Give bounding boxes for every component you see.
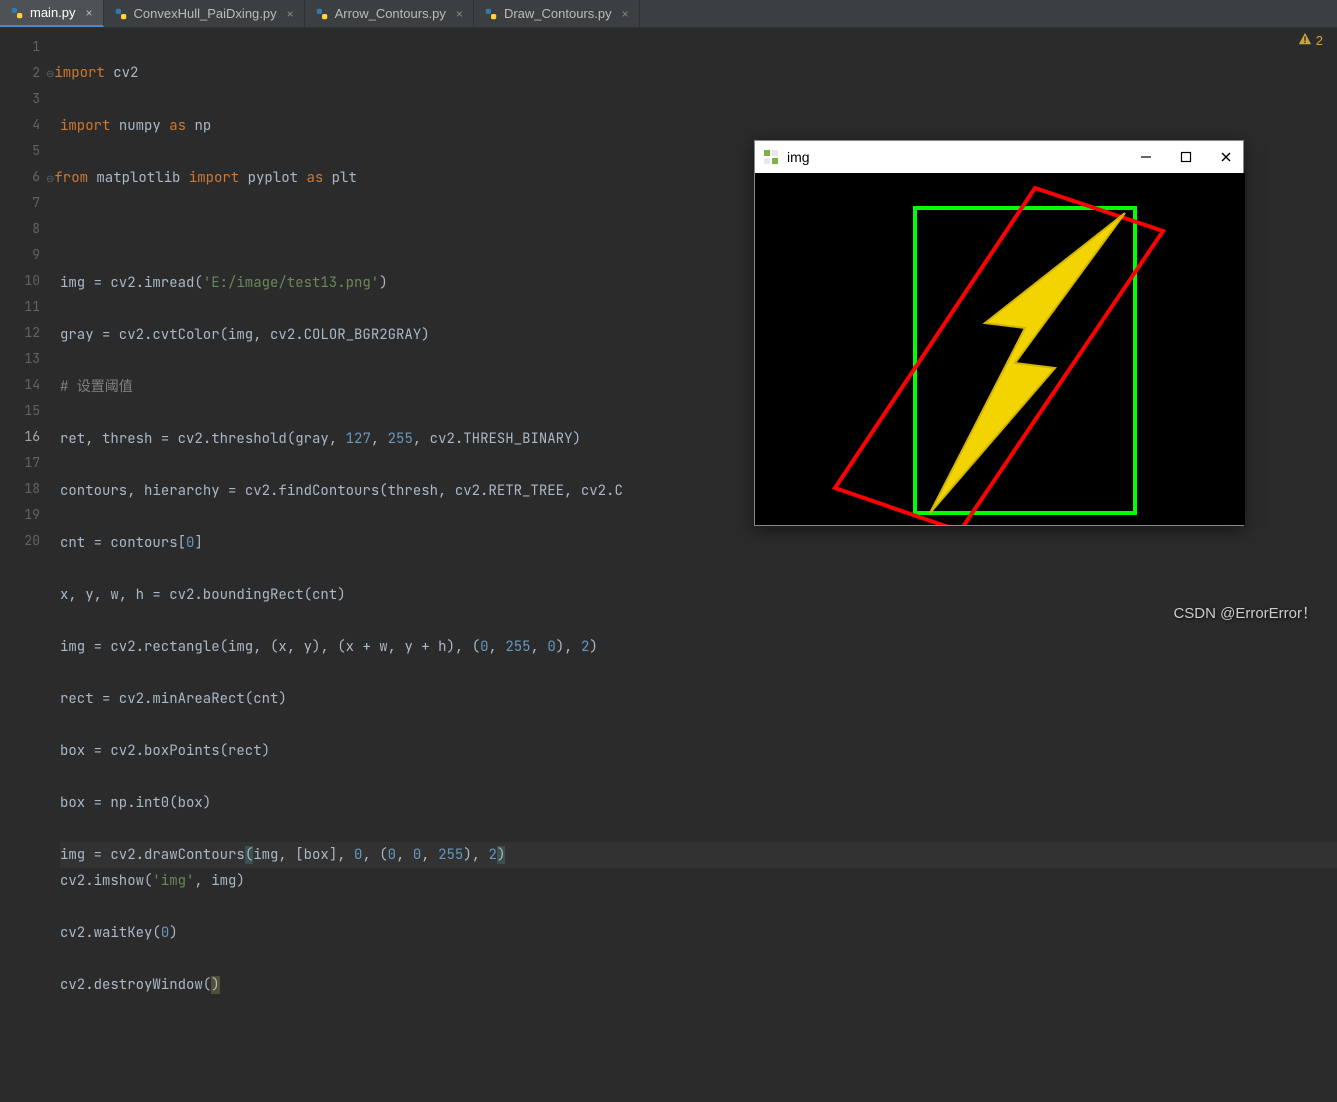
close-button[interactable] (1217, 148, 1235, 166)
code-line: import numpy as np (60, 113, 1337, 139)
tab-label: ConvexHull_PaiDxing.py (134, 6, 277, 21)
tab-label: Draw_Contours.py (504, 6, 612, 21)
close-icon[interactable]: × (622, 7, 629, 21)
line-number: 4 (0, 112, 40, 138)
line-number: 15 (0, 398, 40, 424)
code-line: ⊖import cv2 (60, 60, 1337, 87)
code-line-active: img = cv2.drawContours(img, [box], 0, (0… (60, 842, 1337, 868)
python-file-icon (484, 7, 498, 21)
warning-icon (1298, 32, 1312, 49)
code-line: x, y, w, h = cv2.boundingRect(cnt) (60, 582, 1337, 608)
tab-convexhull[interactable]: ConvexHull_PaiDxing.py × (104, 0, 305, 27)
image-canvas (755, 173, 1243, 525)
line-number: 12 (0, 320, 40, 346)
python-file-icon (114, 7, 128, 21)
close-icon[interactable]: × (86, 6, 93, 20)
opencv-window[interactable]: img (754, 140, 1244, 526)
python-file-icon (315, 7, 329, 21)
fold-icon[interactable]: ⊖ (46, 172, 54, 185)
tab-draw-contours[interactable]: Draw_Contours.py × (474, 0, 640, 27)
line-number: 3 (0, 86, 40, 112)
tab-arrow-contours[interactable]: Arrow_Contours.py × (305, 0, 474, 27)
line-number: 19 (0, 502, 40, 528)
window-title: img (787, 149, 810, 165)
line-number: 18 (0, 476, 40, 502)
code-line (60, 1024, 1337, 1050)
warning-count: 2 (1316, 33, 1323, 48)
code-line: cv2.destroyWindow() (60, 972, 1337, 998)
line-number: 20 (0, 528, 40, 554)
watermark-text: CSDN @ErrorError！ (1173, 602, 1317, 623)
window-controls (1137, 148, 1235, 166)
line-number: 6 (0, 164, 40, 190)
line-number: 14 (0, 372, 40, 398)
warning-indicator[interactable]: 2 (1298, 32, 1323, 49)
minimize-button[interactable] (1137, 148, 1155, 166)
close-icon[interactable]: × (287, 7, 294, 21)
line-number: 5 (0, 138, 40, 164)
line-number: 2 (0, 60, 40, 86)
line-number: 11 (0, 294, 40, 320)
tab-label: main.py (30, 5, 76, 20)
code-line: cnt = contours[0] (60, 530, 1337, 556)
code-line: cv2.waitKey(0) (60, 920, 1337, 946)
line-number: 7 (0, 190, 40, 216)
editor-tabs-bar: main.py × ConvexHull_PaiDxing.py × Arrow… (0, 0, 1337, 28)
line-number: 10 (0, 268, 40, 294)
python-file-icon (10, 6, 24, 20)
tab-main[interactable]: main.py × (0, 0, 104, 27)
line-number: 17 (0, 450, 40, 476)
line-number: 8 (0, 216, 40, 242)
line-number: 9 (0, 242, 40, 268)
line-number: 13 (0, 346, 40, 372)
code-line: box = np.int0(box) (60, 790, 1337, 816)
code-line: cv2.imshow('img', img) (60, 868, 1337, 894)
line-number: 16 (0, 424, 40, 450)
app-icon (763, 149, 779, 165)
close-icon[interactable]: × (456, 7, 463, 21)
code-line: box = cv2.boxPoints(rect) (60, 738, 1337, 764)
tab-label: Arrow_Contours.py (335, 6, 446, 21)
line-number-gutter: 1 2 3 4 5 6 7 8 9 10 11 12 13 14 15 16 1… (0, 28, 60, 629)
code-line: rect = cv2.minAreaRect(cnt) (60, 686, 1337, 712)
code-line: img = cv2.rectangle(img, (x, y), (x + w,… (60, 634, 1337, 660)
maximize-button[interactable] (1177, 148, 1195, 166)
fold-icon[interactable]: ⊖ (46, 67, 54, 80)
line-number: 1 (0, 34, 40, 60)
window-titlebar[interactable]: img (755, 141, 1243, 173)
